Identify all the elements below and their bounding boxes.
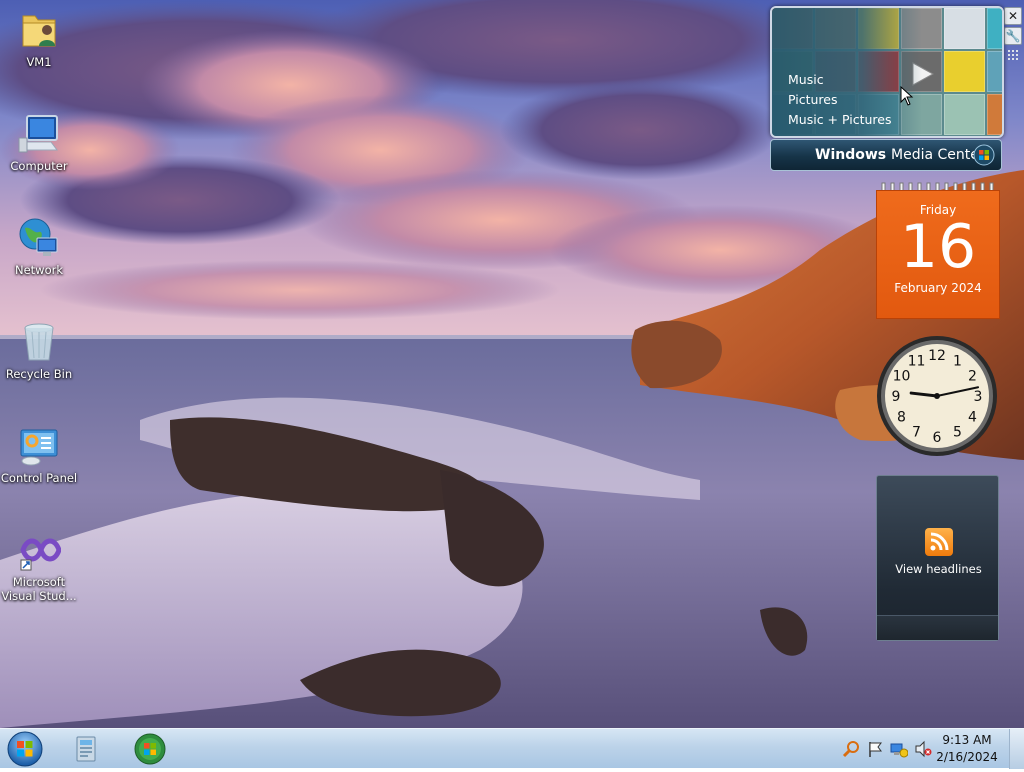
desktop-icon-vm1[interactable]: VM1 [0, 8, 78, 69]
desktop-icon-label: Computer [10, 159, 68, 173]
network-icon [890, 743, 909, 758]
view-headlines-link[interactable]: View headlines [877, 562, 1000, 576]
taskbar-date: 2/16/2024 [936, 750, 998, 764]
clock-number: 8 [897, 410, 906, 426]
clock-number: 7 [912, 425, 921, 441]
media-center-menu: Music Pictures Music + Pictures [788, 70, 892, 130]
clock-number: 4 [968, 410, 977, 426]
menu-item-pictures[interactable]: Pictures [788, 90, 892, 110]
gadget-options-button[interactable]: 🔧 [1004, 27, 1022, 45]
desktop-icon-computer[interactable]: Computer [0, 112, 78, 173]
tray-search-button[interactable] [842, 740, 860, 758]
media-center-brand: Windows Media Center [815, 147, 985, 163]
tray-network[interactable] [890, 740, 909, 758]
calendar-page: Friday 16 February 2024 [876, 190, 1000, 319]
user-folder-icon [17, 8, 61, 52]
desktop-icon-control-panel[interactable]: Control Panel [0, 424, 78, 485]
desktop-icon-label: Microsoft Visual Stud... [1, 575, 77, 603]
taskbar: 9:13 AM 2/16/2024 [0, 728, 1024, 769]
clock-number: 1 [953, 354, 962, 370]
menu-item-music[interactable]: Music [788, 70, 892, 90]
media-center-gadget[interactable]: Music Pictures Music + Pictures [770, 6, 1004, 138]
media-center-launch-bar[interactable]: Windows Media Center [770, 139, 1002, 171]
windows-logo-icon [973, 144, 995, 166]
feed-headlines-gadget[interactable]: View headlines [876, 475, 999, 641]
network-icon [17, 216, 61, 260]
start-button[interactable] [6, 730, 44, 768]
taskbar-app-media-center[interactable] [132, 731, 168, 767]
feed-footer [877, 615, 998, 640]
desktop-icon-visual-studio[interactable]: Microsoft Visual Stud... [0, 528, 78, 603]
mouse-cursor-icon [900, 86, 914, 106]
desktop-icon-network[interactable]: Network [0, 216, 78, 277]
clock-gadget[interactable]: 12 1 2 3 4 5 6 7 8 9 10 11 [875, 334, 999, 458]
taskbar-clock[interactable]: 9:13 AM 2/16/2024 [932, 732, 1002, 766]
menu-item-music-pictures[interactable]: Music + Pictures [788, 110, 892, 130]
clock-number: 5 [953, 425, 962, 441]
windows-explorer-icon [76, 736, 96, 762]
desktop-icon-label: Network [14, 263, 64, 277]
gadget-close-button[interactable]: ✕ [1004, 7, 1022, 25]
calendar-gadget[interactable]: Friday 16 February 2024 [876, 182, 1000, 319]
clock-number: 9 [892, 389, 901, 405]
taskbar-app-explorer[interactable] [68, 731, 104, 767]
clock-number: 2 [968, 369, 977, 385]
clock-number: 12 [928, 348, 946, 364]
desktop-icon-label: VM1 [26, 55, 52, 69]
windows-media-center-icon [134, 733, 166, 765]
desktop-icon-label: Control Panel [0, 471, 78, 485]
analog-clock-face: 12 12 3 45678 9 1011 [877, 336, 997, 456]
wrench-icon: 🔧 [1005, 29, 1021, 43]
close-icon: ✕ [1007, 9, 1019, 23]
clock-number: 10 [893, 369, 911, 385]
drag-grip-icon [1008, 50, 1018, 60]
desktop-icon-recycle-bin[interactable]: Recycle Bin [0, 320, 78, 381]
action-center-flag-icon [869, 742, 882, 757]
gadget-drag-handle[interactable] [1004, 47, 1022, 65]
tray-action-center[interactable] [866, 740, 884, 758]
visual-studio-icon [17, 528, 62, 572]
taskbar-time: 9:13 AM [942, 733, 992, 747]
recycle-bin-icon [17, 320, 61, 364]
volume-muted-icon [915, 740, 932, 758]
desktop-icon-label: Recycle Bin [5, 367, 73, 381]
computer-icon [17, 112, 61, 156]
calendar-day-number: 16 [899, 212, 977, 282]
windows-start-orb-icon [7, 731, 43, 767]
show-desktop-button[interactable] [1009, 729, 1024, 769]
rss-icon [925, 528, 953, 556]
clock-number: 6 [933, 430, 942, 446]
search-icon [842, 741, 859, 758]
clock-number: 11 [908, 354, 926, 370]
tray-volume[interactable] [914, 740, 932, 758]
calendar-month-year: February 2024 [894, 281, 982, 295]
clock-number: 3 [974, 389, 983, 405]
control-panel-icon [17, 424, 61, 468]
